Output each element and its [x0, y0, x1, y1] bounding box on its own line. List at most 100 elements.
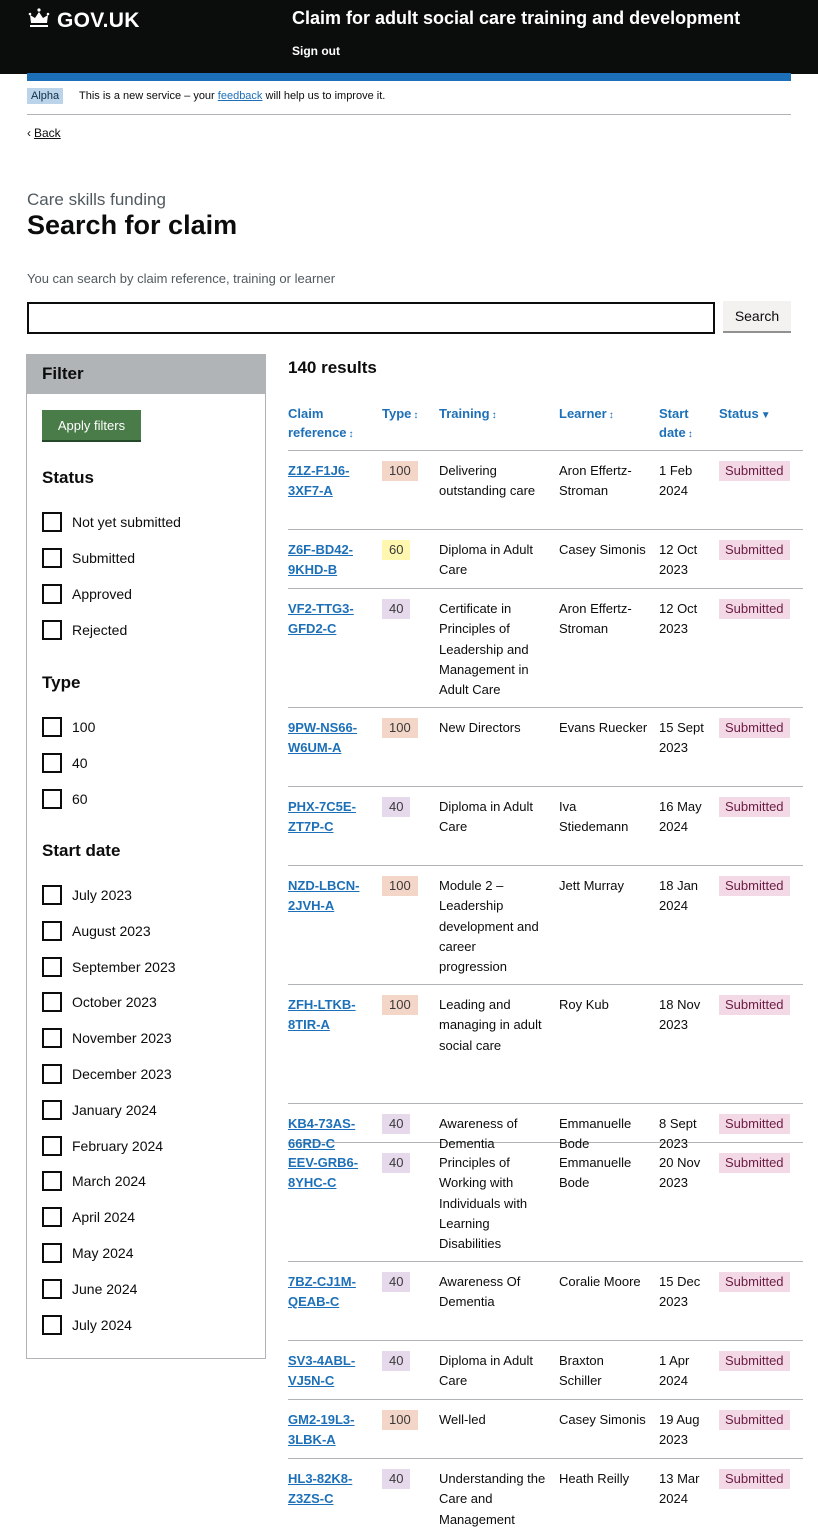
column-header-start-date[interactable]: Start date ↕	[659, 404, 711, 444]
start-date-filter-label: June 2024	[72, 1280, 138, 1297]
start-date-cell: 12 Oct 2023	[659, 542, 698, 578]
claim-reference-link[interactable]: SV3-4ABL-VJ5N-C	[288, 1353, 355, 1388]
start-date-filter-checkbox[interactable]: October 2023	[42, 992, 157, 1013]
start-date-filter-label: April 2024	[72, 1209, 136, 1226]
claim-reference-link[interactable]: PHX-7C5E-ZT7P-C	[288, 799, 356, 834]
claim-reference-link[interactable]: VF2-TTG3-GFD2-C	[288, 601, 354, 636]
checkbox-box[interactable]	[42, 717, 62, 737]
claim-reference-link[interactable]: Z1Z-F1J6-3XF7-A	[288, 463, 349, 498]
sign-out-link[interactable]: Sign out	[292, 44, 340, 58]
checkbox-box[interactable]	[42, 1207, 62, 1228]
status-filter-checkbox[interactable]: Rejected	[42, 620, 127, 640]
column-header-status[interactable]: Status ▼	[719, 404, 771, 425]
checkbox-box[interactable]	[42, 1171, 62, 1192]
start-date-filter-checkbox[interactable]: May 2024	[42, 1243, 133, 1263]
type-tag: 100	[382, 1410, 418, 1431]
checkbox-box[interactable]	[42, 992, 62, 1013]
table-row: 7BZ-CJ1M-QEAB-C 40 Awareness Of Dementia Co…	[288, 1262, 803, 1341]
type-filter-label: 100	[72, 719, 96, 735]
claim-reference-link[interactable]: ZFH-LTKB-8TIR-A	[288, 997, 356, 1032]
checkbox-box[interactable]	[42, 1028, 62, 1049]
table-row: EEV-GRB6-8YHC-C 40 Principles of Working w…	[288, 1143, 803, 1262]
status-filter-checkbox[interactable]: Not yet submitted	[42, 512, 181, 532]
checkbox-box[interactable]	[42, 956, 62, 977]
claim-reference-link[interactable]: NZD-LBCN-2JVH-A	[288, 878, 359, 913]
type-filter-checkbox[interactable]: 100	[42, 717, 95, 737]
status-filter-checkbox[interactable]: Submitted	[42, 548, 135, 568]
start-date-filter-checkbox[interactable]: November 2023	[42, 1028, 172, 1049]
checkbox-box[interactable]	[42, 885, 62, 905]
column-header-reference[interactable]: Claim reference ↕	[288, 404, 370, 444]
checkbox-box[interactable]	[42, 548, 62, 568]
claim-reference-link[interactable]: HL3-82K8-Z3ZS-C	[288, 1471, 352, 1506]
start-date-filter-checkbox[interactable]: July 2024	[42, 1314, 132, 1335]
start-date-filter-checkbox[interactable]: September 2023	[42, 956, 176, 977]
apply-filters-button[interactable]: Apply filters	[42, 410, 141, 442]
start-date-filter-checkbox[interactable]: December 2023	[42, 1064, 172, 1084]
start-date-filter-checkbox[interactable]: February 2024	[42, 1135, 163, 1156]
type-filter-checkbox[interactable]: 60	[42, 789, 88, 809]
start-date-filter-checkbox[interactable]: June 2024	[42, 1278, 138, 1299]
start-date-filter-label: November 2023	[72, 1030, 172, 1047]
claim-reference-link[interactable]: GM2-19L3-3LBK-A	[288, 1412, 354, 1447]
learner-cell: Coralie Moore	[559, 1274, 641, 1289]
type-tag: 40	[382, 797, 411, 818]
service-name[interactable]: Claim for adult social care training and…	[292, 8, 740, 29]
back-link-container[interactable]: ‹ Back	[27, 126, 61, 140]
claim-reference-link[interactable]: 7BZ-CJ1M-QEAB-C	[288, 1274, 356, 1309]
checkbox-box[interactable]	[42, 753, 62, 773]
checkbox-box[interactable]	[42, 584, 62, 604]
checkbox-box[interactable]	[42, 620, 62, 640]
filter-panel: Filter Apply filters Status Not yet submi…	[26, 354, 266, 1359]
checkbox-box[interactable]	[42, 1243, 62, 1263]
checkbox-box[interactable]	[42, 1064, 62, 1084]
start-date-filter-checkbox[interactable]: July 2023	[42, 885, 132, 905]
checkbox-box[interactable]	[42, 1135, 62, 1156]
column-header-training[interactable]: Training ↕	[439, 404, 497, 425]
start-date-cell: 1 Feb 2024	[659, 463, 693, 499]
start-date-filter-checkbox[interactable]: August 2023	[42, 920, 151, 941]
checkbox-box[interactable]	[42, 1314, 62, 1335]
table-row: ZFH-LTKB-8TIR-A 100 Leading and managing i…	[288, 985, 803, 1104]
checkbox-box[interactable]	[42, 512, 62, 532]
search-input[interactable]	[27, 302, 715, 334]
table-row: 9PW-NS66-W6UM-A 100 New Directors Evans Rue…	[288, 708, 803, 787]
claim-reference-cell: EEV-GRB6-8YHC-C	[288, 1153, 370, 1194]
training-cell: Delivering outstanding care	[439, 463, 536, 499]
column-header-learner[interactable]: Learner ↕	[559, 404, 614, 425]
checkbox-box[interactable]	[42, 920, 62, 941]
training-cell: Module 2 – Leadership development and ca…	[439, 878, 539, 975]
checkbox-box[interactable]	[42, 789, 62, 809]
training-cell: New Directors	[439, 720, 521, 735]
training-cell: Principles of Working with Individuals w…	[439, 1155, 528, 1252]
search-button[interactable]: Search	[723, 301, 791, 333]
start-date-filter-checkbox[interactable]: April 2024	[42, 1207, 136, 1228]
back-link[interactable]: Back	[34, 126, 61, 140]
claim-reference-link[interactable]: Z6F-BD42-9KHD-B	[288, 542, 353, 577]
type-tag: 100	[382, 718, 418, 739]
status-tag: Submitted	[719, 876, 790, 897]
page-caption: Care skills funding	[27, 190, 166, 209]
learner-cell: Casey Simonis	[559, 1412, 646, 1427]
type-tag: 40	[382, 1272, 411, 1293]
column-header-type[interactable]: Type ↕	[382, 404, 418, 425]
training-cell: Well-led	[439, 1412, 486, 1427]
claim-reference-link[interactable]: 9PW-NS66-W6UM-A	[288, 720, 357, 755]
start-date-cell: 20 Nov 2023	[659, 1155, 701, 1191]
checkbox-box[interactable]	[42, 1099, 62, 1120]
feedback-link[interactable]: feedback	[218, 90, 263, 102]
start-date-filter-checkbox[interactable]: January 2024	[42, 1099, 157, 1120]
training-cell: Diploma in Adult Care	[439, 542, 533, 578]
start-date-filter-label: May 2024	[72, 1245, 134, 1261]
checkbox-box[interactable]	[42, 1278, 62, 1299]
table-row: HL3-82K8-Z3ZS-C 40 Understanding the Care …	[288, 1459, 803, 1527]
claim-reference-link[interactable]: EEV-GRB6-8YHC-C	[288, 1155, 358, 1190]
govuk-logo[interactable]: GOV.UK	[27, 6, 140, 35]
start-date-filter-checkbox[interactable]: March 2024	[42, 1171, 146, 1192]
training-cell: Diploma in Adult Care	[439, 1353, 533, 1389]
type-filter-checkbox[interactable]: 40	[42, 753, 88, 773]
results-count: 140 results	[288, 358, 377, 377]
status-tag: Submitted	[719, 540, 790, 561]
status-filter-checkbox[interactable]: Approved	[42, 584, 132, 604]
start-date-filter-label: October 2023	[72, 994, 157, 1011]
